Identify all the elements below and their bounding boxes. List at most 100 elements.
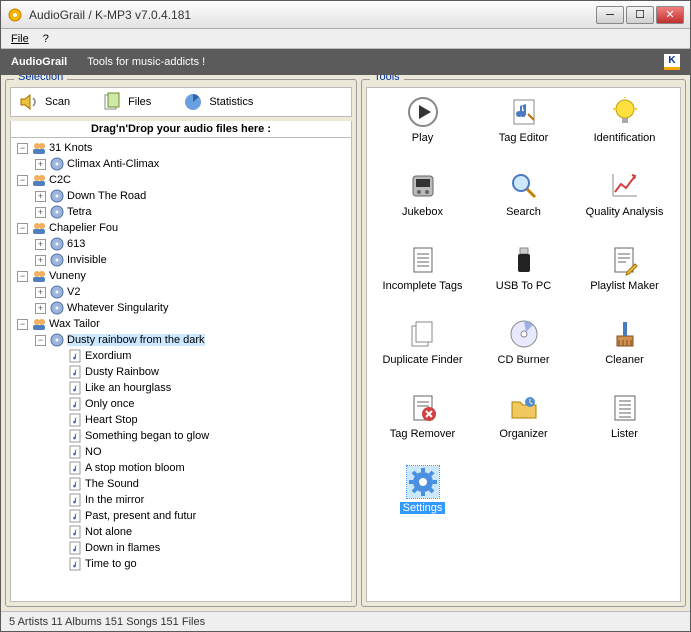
scan-button[interactable]: Scan <box>19 92 70 112</box>
tree-node-track[interactable]: Not alone <box>13 524 351 540</box>
tree-node-track[interactable]: NO <box>13 444 351 460</box>
node-label: A stop motion bloom <box>85 462 185 474</box>
close-button[interactable]: ✕ <box>656 6 684 24</box>
menu-file[interactable]: File <box>11 33 29 45</box>
tree-node-album[interactable]: + Whatever Singularity <box>13 300 351 316</box>
node-label: Something began to glow <box>85 430 209 442</box>
speaker-icon <box>19 92 39 112</box>
node-label: V2 <box>67 286 80 298</box>
node-label: Heart Stop <box>85 414 138 426</box>
node-label: Whatever Singularity <box>67 302 169 314</box>
usb-icon <box>508 244 540 276</box>
node-label: Not alone <box>85 526 132 538</box>
track-icon <box>68 541 82 555</box>
tool-duplicate-finder[interactable]: Duplicate Finder <box>373 316 472 386</box>
tree-node-track[interactable]: Only once <box>13 396 351 412</box>
tree-node-album[interactable]: +Invisible <box>13 252 351 268</box>
selection-label: Selection <box>14 75 67 83</box>
node-label: Climax Anti-Climax <box>67 158 159 170</box>
tree-node-artist[interactable]: − Wax Tailor <box>13 316 351 332</box>
tool-play[interactable]: Play <box>373 94 472 164</box>
tool-label: Cleaner <box>605 354 644 366</box>
tree-node-artist[interactable]: −C2C <box>13 172 351 188</box>
expander-icon[interactable]: + <box>35 159 46 170</box>
menu-help[interactable]: ? <box>43 33 49 45</box>
tool-incomplete-tags[interactable]: Incomplete Tags <box>373 242 472 312</box>
tool-label: Incomplete Tags <box>383 280 463 292</box>
tool-tag-editor[interactable]: Tag Editor <box>474 94 573 164</box>
brand-logo-icon: K <box>664 54 680 70</box>
tree-node-track[interactable]: Dusty Rainbow <box>13 364 351 380</box>
tree-node-track[interactable]: Like an hourglass <box>13 380 351 396</box>
tree-node-album[interactable]: +613 <box>13 236 351 252</box>
tree-node-track[interactable]: Something began to glow <box>13 428 351 444</box>
tool-cleaner[interactable]: Cleaner <box>575 316 674 386</box>
tool-settings[interactable]: Settings <box>373 464 472 534</box>
expander-icon[interactable]: + <box>35 287 46 298</box>
status-text: 5 Artists 11 Albums 151 Songs 151 Files <box>9 616 205 628</box>
node-label: Exordium <box>85 350 131 362</box>
statistics-button[interactable]: Statistics <box>183 92 253 112</box>
node-label: Wax Tailor <box>49 318 100 330</box>
tree-node-artist[interactable]: −31 Knots <box>13 140 351 156</box>
album-icon <box>50 189 64 203</box>
expander-icon[interactable]: − <box>17 271 28 282</box>
file-tree[interactable]: −31 Knots + Climax Anti-Climax −C2C+Down Th… <box>10 138 352 602</box>
expander-icon[interactable]: + <box>35 303 46 314</box>
tool-jukebox[interactable]: Jukebox <box>373 168 472 238</box>
tree-node-track[interactable]: The Sound <box>13 476 351 492</box>
expander-icon[interactable]: + <box>35 191 46 202</box>
artist-icon <box>32 221 46 235</box>
tree-node-track[interactable]: Past, present and futur <box>13 508 351 524</box>
status-bar: 5 Artists 11 Albums 151 Songs 151 Files <box>1 611 690 631</box>
tree-node-track[interactable]: In the mirror <box>13 492 351 508</box>
node-label: NO <box>85 446 102 458</box>
bulb-icon <box>609 96 641 128</box>
node-label: Tetra <box>67 206 91 218</box>
tool-identification[interactable]: Identification <box>575 94 674 164</box>
minimize-button[interactable]: ─ <box>596 6 624 24</box>
tool-organizer[interactable]: Organizer <box>474 390 573 460</box>
expander-icon[interactable]: + <box>35 239 46 250</box>
expander-icon[interactable]: − <box>17 223 28 234</box>
jukebox-icon <box>407 170 439 202</box>
tool-playlist-maker[interactable]: Playlist Maker <box>575 242 674 312</box>
doc-lines-icon <box>407 244 439 276</box>
expander-icon[interactable]: − <box>35 335 46 346</box>
tool-usb-to-pc[interactable]: USB To PC <box>474 242 573 312</box>
tree-node-track[interactable]: A stop motion bloom <box>13 460 351 476</box>
tool-cd-burner[interactable]: CD Burner <box>474 316 573 386</box>
tool-label: Search <box>506 206 541 218</box>
tree-node-album[interactable]: + Climax Anti-Climax <box>13 156 351 172</box>
album-icon <box>50 285 64 299</box>
tree-node-album[interactable]: +Down The Road <box>13 188 351 204</box>
tree-node-album[interactable]: + V2 <box>13 284 351 300</box>
tree-node-track[interactable]: Exordium <box>13 348 351 364</box>
tree-node-track[interactable]: Heart Stop <box>13 412 351 428</box>
tool-tag-remover[interactable]: Tag Remover <box>373 390 472 460</box>
track-icon <box>68 429 82 443</box>
tree-node-artist[interactable]: − Vuneny <box>13 268 351 284</box>
maximize-button[interactable]: ☐ <box>626 6 654 24</box>
tree-node-track[interactable]: Time to go <box>13 556 351 572</box>
tool-search[interactable]: Search <box>474 168 573 238</box>
expander-icon[interactable]: − <box>17 319 28 330</box>
tree-node-artist[interactable]: −Chapelier Fou <box>13 220 351 236</box>
window-buttons: ─ ☐ ✕ <box>596 6 684 24</box>
tool-label: Lister <box>611 428 638 440</box>
chart-icon <box>609 170 641 202</box>
files-button[interactable]: Files <box>102 92 151 112</box>
tool-lister[interactable]: Lister <box>575 390 674 460</box>
expander-icon[interactable]: + <box>35 207 46 218</box>
tool-label: CD Burner <box>498 354 550 366</box>
tree-node-album[interactable]: + Tetra <box>13 204 351 220</box>
tool-quality-analysis[interactable]: Quality Analysis <box>575 168 674 238</box>
expander-icon[interactable]: + <box>35 255 46 266</box>
tree-node-track[interactable]: Down in flames <box>13 540 351 556</box>
tool-label: Settings <box>400 502 446 514</box>
titlebar[interactable]: AudioGrail / K-MP3 v7.0.4.181 ─ ☐ ✕ <box>1 1 690 29</box>
node-label: Vuneny <box>49 270 86 282</box>
tree-node-album[interactable]: −Dusty rainbow from the dark <box>13 332 351 348</box>
expander-icon[interactable]: − <box>17 143 28 154</box>
expander-icon[interactable]: − <box>17 175 28 186</box>
